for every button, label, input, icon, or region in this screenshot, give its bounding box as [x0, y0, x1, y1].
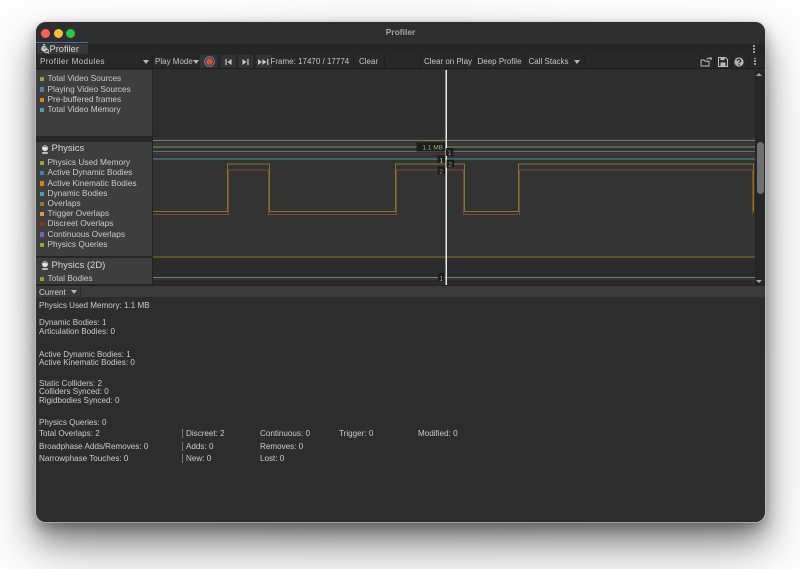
svg-text:1: 1 [447, 150, 451, 157]
svg-text:1: 1 [439, 157, 443, 164]
svg-text:1: 1 [439, 275, 443, 282]
svg-text:2: 2 [439, 168, 443, 175]
svg-text:1.1 MB: 1.1 MB [422, 144, 443, 151]
svg-text:2: 2 [448, 161, 452, 168]
